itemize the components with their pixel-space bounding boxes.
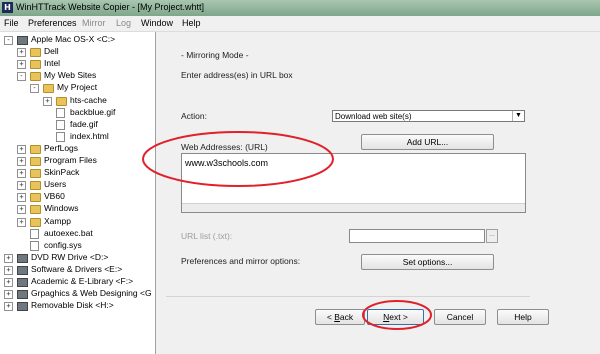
annotation-ellipse-url <box>142 131 334 187</box>
annotation-ellipse-next <box>362 300 432 330</box>
annotation-overlay <box>142 131 432 330</box>
